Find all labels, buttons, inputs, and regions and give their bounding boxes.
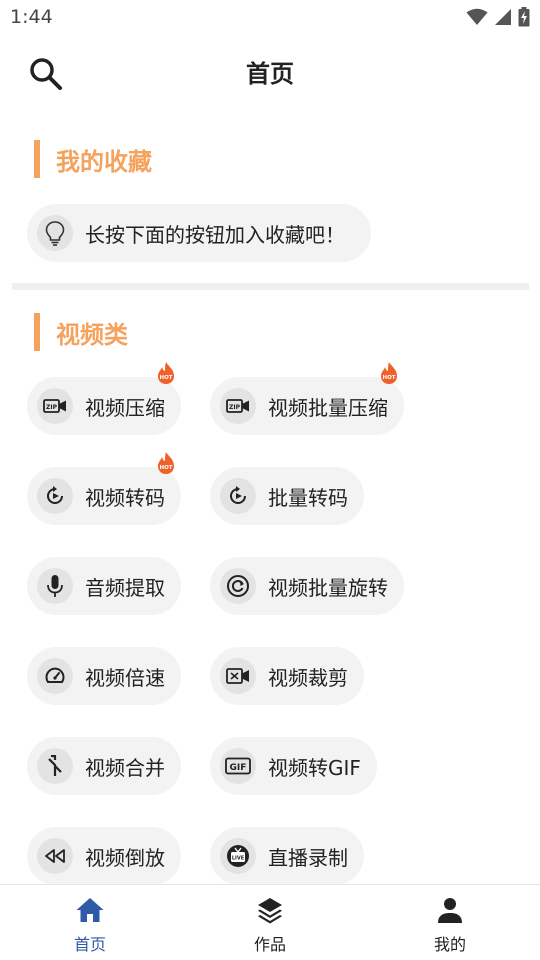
hot-flame-icon: HOT (158, 452, 174, 474)
tool-label: 视频批量旋转 (268, 575, 388, 600)
wifi-icon (466, 8, 488, 25)
tool-video-batch-rotate[interactable]: 视频批量旋转 (210, 557, 404, 615)
tool-label: 视频合并 (85, 755, 165, 780)
svg-text:LIVE: LIVE (232, 856, 245, 862)
tool-batch-transcode[interactable]: 批量转码 (210, 467, 364, 525)
nav-label: 首页 (73, 935, 106, 954)
hot-flame-icon: HOT (158, 362, 174, 384)
nav-label: 作品 (253, 935, 286, 954)
layers-icon (255, 895, 285, 925)
hot-flame-icon: HOT (381, 362, 397, 384)
tool-label: 视频倍速 (85, 665, 165, 690)
merge-icon (37, 748, 73, 784)
tool-audio-extract[interactable]: 音频提取 (27, 557, 181, 615)
zip-video-icon: ZIP (220, 388, 256, 424)
favorites-title: 我的收藏 (56, 147, 152, 176)
svg-text:HOT: HOT (159, 465, 172, 471)
svg-text:ZIP: ZIP (46, 404, 58, 411)
tool-label: 视频转GIF (268, 755, 361, 780)
tool-label: 视频压缩 (85, 395, 165, 420)
tool-video-compress[interactable]: ZIP 视频压缩 HOT (27, 362, 181, 435)
transcode-icon (220, 478, 256, 514)
svg-text:HOT: HOT (382, 375, 395, 381)
status-time: 1:44 (10, 6, 53, 28)
section-accent-bar (34, 140, 40, 178)
tool-label: 视频转码 (85, 485, 165, 510)
tool-label: 音频提取 (85, 575, 165, 600)
tool-video-merge[interactable]: 视频合并 (27, 737, 181, 795)
section-divider (12, 283, 529, 290)
video-section-title: 视频类 (56, 320, 128, 349)
nav-item-home[interactable]: 首页 (0, 885, 180, 960)
top-bar: 首页 (0, 36, 540, 106)
tool-live-record[interactable]: LIVE 直播录制 (210, 827, 364, 885)
section-accent-bar (34, 313, 40, 351)
speedometer-icon (37, 658, 73, 694)
svg-text:GIF: GIF (230, 763, 247, 773)
svg-text:ZIP: ZIP (229, 404, 241, 411)
nav-item-mine[interactable]: 我的 (360, 885, 540, 960)
tool-video-to-gif[interactable]: GIF 视频转GIF (210, 737, 377, 795)
tool-video-speed[interactable]: 视频倍速 (27, 647, 181, 705)
tool-video-reverse[interactable]: 视频倒放 (27, 827, 181, 885)
page-title: 首页 (246, 60, 294, 88)
microphone-icon (37, 568, 73, 604)
person-icon (435, 895, 465, 925)
nav-item-works[interactable]: 作品 (180, 885, 360, 960)
tool-video-crop[interactable]: 视频裁剪 (210, 647, 364, 705)
zip-video-icon: ZIP (37, 388, 73, 424)
crop-video-icon (220, 658, 256, 694)
tool-label: 视频裁剪 (268, 665, 348, 690)
svg-text:HOT: HOT (159, 375, 172, 381)
status-icons (466, 7, 530, 27)
video-section-header: 视频类 (34, 313, 128, 351)
tool-label: 视频批量压缩 (268, 395, 388, 420)
bottom-nav: 首页 作品 我的 (0, 884, 540, 960)
favorites-tip-text: 长按下面的按钮加入收藏吧！ (85, 222, 345, 247)
rotate-icon (220, 568, 256, 604)
cell-signal-icon (495, 9, 511, 25)
battery-icon (518, 7, 530, 27)
status-bar: 1:44 (0, 0, 540, 36)
home-icon (75, 895, 105, 925)
live-tv-icon: LIVE (220, 838, 256, 874)
tool-label: 视频倒放 (85, 845, 165, 870)
tool-video-batch-compress[interactable]: ZIP 视频批量压缩 HOT (210, 362, 404, 435)
tool-label: 批量转码 (268, 485, 348, 510)
nav-label: 我的 (433, 935, 466, 954)
favorites-section-header: 我的收藏 (34, 140, 152, 178)
favorites-tip: 长按下面的按钮加入收藏吧！ (27, 204, 371, 262)
rewind-icon (37, 838, 73, 874)
gif-icon: GIF (220, 748, 256, 784)
transcode-icon (37, 478, 73, 514)
lightbulb-icon (37, 215, 73, 251)
tool-video-transcode[interactable]: 视频转码 HOT (27, 452, 181, 525)
tool-label: 直播录制 (268, 845, 348, 870)
